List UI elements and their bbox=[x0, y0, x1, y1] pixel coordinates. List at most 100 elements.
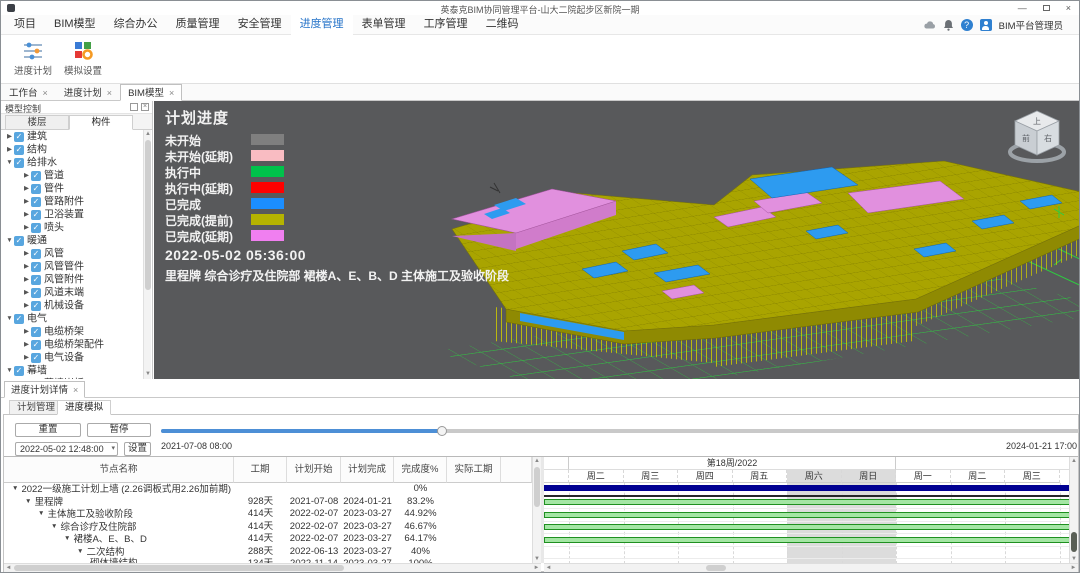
expand-caret-icon[interactable]: ▶ bbox=[22, 208, 31, 221]
expand-caret-icon[interactable]: ▶ bbox=[5, 143, 14, 156]
expand-caret-icon[interactable]: ▶ bbox=[22, 260, 31, 273]
tree-node-label[interactable]: 管道 bbox=[44, 170, 64, 181]
tree-node[interactable]: ▶✓风管 bbox=[1, 247, 144, 260]
expand-caret-icon[interactable]: ▶ bbox=[22, 247, 31, 260]
viewport-3d[interactable]: 计划进度 未开始未开始(延期)执行中执行中(延期)已完成已完成(提前)已完成(延… bbox=[154, 101, 1080, 379]
expand-caret-icon[interactable]: ▼ bbox=[5, 364, 14, 377]
simulation-settings-button[interactable]: 模拟设置 bbox=[59, 39, 107, 81]
close-panel-icon[interactable]: × bbox=[141, 103, 149, 111]
expand-caret-icon[interactable]: ▶ bbox=[22, 182, 31, 195]
tree-node[interactable]: ▼✓给排水 bbox=[1, 156, 144, 169]
help-icon[interactable]: ? bbox=[961, 19, 973, 31]
tree-node[interactable]: ▶✓管件 bbox=[1, 182, 144, 195]
tree-node[interactable]: ▶✓电缆桥架配件 bbox=[1, 338, 144, 351]
tree-node-label[interactable]: 机械设备 bbox=[44, 300, 84, 311]
tab-floors[interactable]: 楼层 bbox=[5, 115, 69, 130]
tree-node-label[interactable]: 喷头 bbox=[44, 222, 64, 233]
tree-checkbox[interactable]: ✓ bbox=[31, 327, 41, 337]
pause-button[interactable]: 暂停 bbox=[87, 423, 151, 437]
menu-item-9[interactable]: 二维码 bbox=[477, 15, 528, 35]
tree-checkbox[interactable]: ✓ bbox=[31, 262, 41, 272]
tree-node[interactable]: ▼✓电气 bbox=[1, 312, 144, 325]
tree-node-label[interactable]: 给排水 bbox=[27, 157, 57, 168]
menu-item-5[interactable]: 安全管理 bbox=[229, 15, 291, 35]
tree-node[interactable]: ▶✓机械设备 bbox=[1, 299, 144, 312]
tree-checkbox[interactable]: ✓ bbox=[31, 275, 41, 285]
tree-node[interactable]: ▶✓管路附件 bbox=[1, 195, 144, 208]
user-label[interactable]: BIM平台管理员 bbox=[999, 18, 1063, 32]
expand-caret-icon[interactable]: ▶ bbox=[22, 286, 31, 299]
expand-caret-icon[interactable]: ▼ bbox=[5, 234, 14, 247]
tree-node[interactable]: ▶✓风道末端 bbox=[1, 286, 144, 299]
tree-node[interactable]: ▶✓电气设备 bbox=[1, 351, 144, 364]
column-header[interactable]: 计划完成 bbox=[341, 457, 394, 483]
tree-checkbox[interactable]: ✓ bbox=[31, 210, 41, 220]
close-tab-icon[interactable]: × bbox=[107, 88, 112, 98]
view-cube[interactable]: 上 前 右 bbox=[1007, 103, 1071, 165]
maximize-button[interactable] bbox=[1043, 5, 1050, 11]
tree-node[interactable]: ▶✓电缆桥架 bbox=[1, 325, 144, 338]
expand-caret-icon[interactable]: ▶ bbox=[22, 338, 31, 351]
expand-caret-icon[interactable]: ▶ bbox=[22, 221, 31, 234]
table-row[interactable]: ▼裙楼A、E、B、D414天2022-02-072023-03-2764.17% bbox=[4, 533, 532, 546]
float-panel-icon[interactable] bbox=[130, 103, 138, 111]
close-tab-icon[interactable]: × bbox=[43, 88, 48, 98]
tab-components[interactable]: 构件 bbox=[69, 115, 133, 130]
expand-caret-icon[interactable]: ▼ bbox=[25, 498, 31, 505]
doc-tab-1[interactable]: 工作台× bbox=[1, 84, 56, 101]
tree-node-label[interactable]: 结构 bbox=[27, 144, 47, 155]
table-hscrollbar[interactable]: ◄ ► bbox=[4, 563, 541, 572]
gantt-hscrollbar[interactable]: ◄ ► bbox=[544, 563, 1078, 572]
menu-item-2[interactable]: BIM模型 bbox=[45, 15, 105, 35]
expand-caret-icon[interactable]: ▶ bbox=[5, 130, 14, 143]
tree-node[interactable]: ▼✓暖通 bbox=[1, 234, 144, 247]
tree-node[interactable]: ▼✓幕墙 bbox=[1, 364, 144, 377]
column-header[interactable]: 实际工期 bbox=[447, 457, 501, 483]
menu-item-4[interactable]: 质量管理 bbox=[167, 15, 229, 35]
tree-node[interactable]: ▶✓管道 bbox=[1, 169, 144, 182]
doc-tab-2[interactable]: 进度计划× bbox=[56, 84, 120, 101]
expand-caret-icon[interactable]: ▼ bbox=[77, 548, 83, 555]
tree-checkbox[interactable]: ✓ bbox=[14, 314, 24, 324]
tree-node[interactable]: ▶✓风管附件 bbox=[1, 273, 144, 286]
tab-schedule-detail[interactable]: 进度计划详情× bbox=[4, 381, 85, 398]
tree-node-label[interactable]: 电缆桥架 bbox=[44, 326, 84, 337]
column-header[interactable]: 完成度% bbox=[394, 457, 447, 483]
menu-item-8[interactable]: 工序管理 bbox=[415, 15, 477, 35]
tree-checkbox[interactable]: ✓ bbox=[31, 223, 41, 233]
tree-checkbox[interactable]: ✓ bbox=[31, 301, 41, 311]
tree-node[interactable]: ▶✓卫浴装置 bbox=[1, 208, 144, 221]
column-header[interactable]: 工期 bbox=[234, 457, 287, 483]
expand-caret-icon[interactable]: ▶ bbox=[22, 299, 31, 312]
table-vscrollbar[interactable]: ▲ ▼ bbox=[532, 457, 541, 563]
tree-checkbox[interactable]: ✓ bbox=[31, 288, 41, 298]
close-tab-icon[interactable]: × bbox=[169, 88, 174, 98]
settings-button[interactable]: 设置 bbox=[124, 442, 151, 456]
table-row[interactable]: ▼主体施工及验收阶段414天2022-02-072023-03-2744.92% bbox=[4, 508, 532, 521]
tree-node-label[interactable]: 建筑 bbox=[27, 131, 47, 142]
tree-node[interactable]: ▶✓风管管件 bbox=[1, 260, 144, 273]
tree-checkbox[interactable]: ✓ bbox=[31, 340, 41, 350]
tree-node-label[interactable]: 风道末端 bbox=[44, 287, 84, 298]
progress-plan-button[interactable]: 进度计划 bbox=[9, 39, 57, 81]
bell-icon[interactable] bbox=[943, 19, 954, 31]
tree-checkbox[interactable]: ✓ bbox=[14, 145, 24, 155]
tree-checkbox[interactable]: ✓ bbox=[31, 197, 41, 207]
column-header[interactable]: 节点名称 bbox=[4, 457, 234, 483]
tree-checkbox[interactable]: ✓ bbox=[14, 158, 24, 168]
slider-handle[interactable] bbox=[437, 426, 447, 436]
tree-checkbox[interactable]: ✓ bbox=[31, 184, 41, 194]
time-slider[interactable] bbox=[161, 429, 1079, 433]
tree-checkbox[interactable]: ✓ bbox=[31, 249, 41, 259]
tree-node-label[interactable]: 电缆桥架配件 bbox=[44, 339, 104, 350]
table-row[interactable]: ▼2022一级施工计划上墙 (2.26调板式用2.26加前期)0% bbox=[4, 483, 532, 496]
tree-node-label[interactable]: 暖通 bbox=[27, 235, 47, 246]
expand-caret-icon[interactable]: ▼ bbox=[51, 523, 57, 530]
expand-caret-icon[interactable]: ▶ bbox=[22, 273, 31, 286]
table-row[interactable]: ▼里程牌928天2021-07-082024-01-2183.2% bbox=[4, 496, 532, 509]
expand-caret-icon[interactable]: ▶ bbox=[22, 351, 31, 364]
expand-caret-icon[interactable]: ▼ bbox=[38, 510, 44, 517]
expand-caret-icon[interactable]: ▶ bbox=[22, 325, 31, 338]
menu-item-6[interactable]: 进度管理 bbox=[291, 15, 353, 35]
tree-node-label[interactable]: 管件 bbox=[44, 183, 64, 194]
